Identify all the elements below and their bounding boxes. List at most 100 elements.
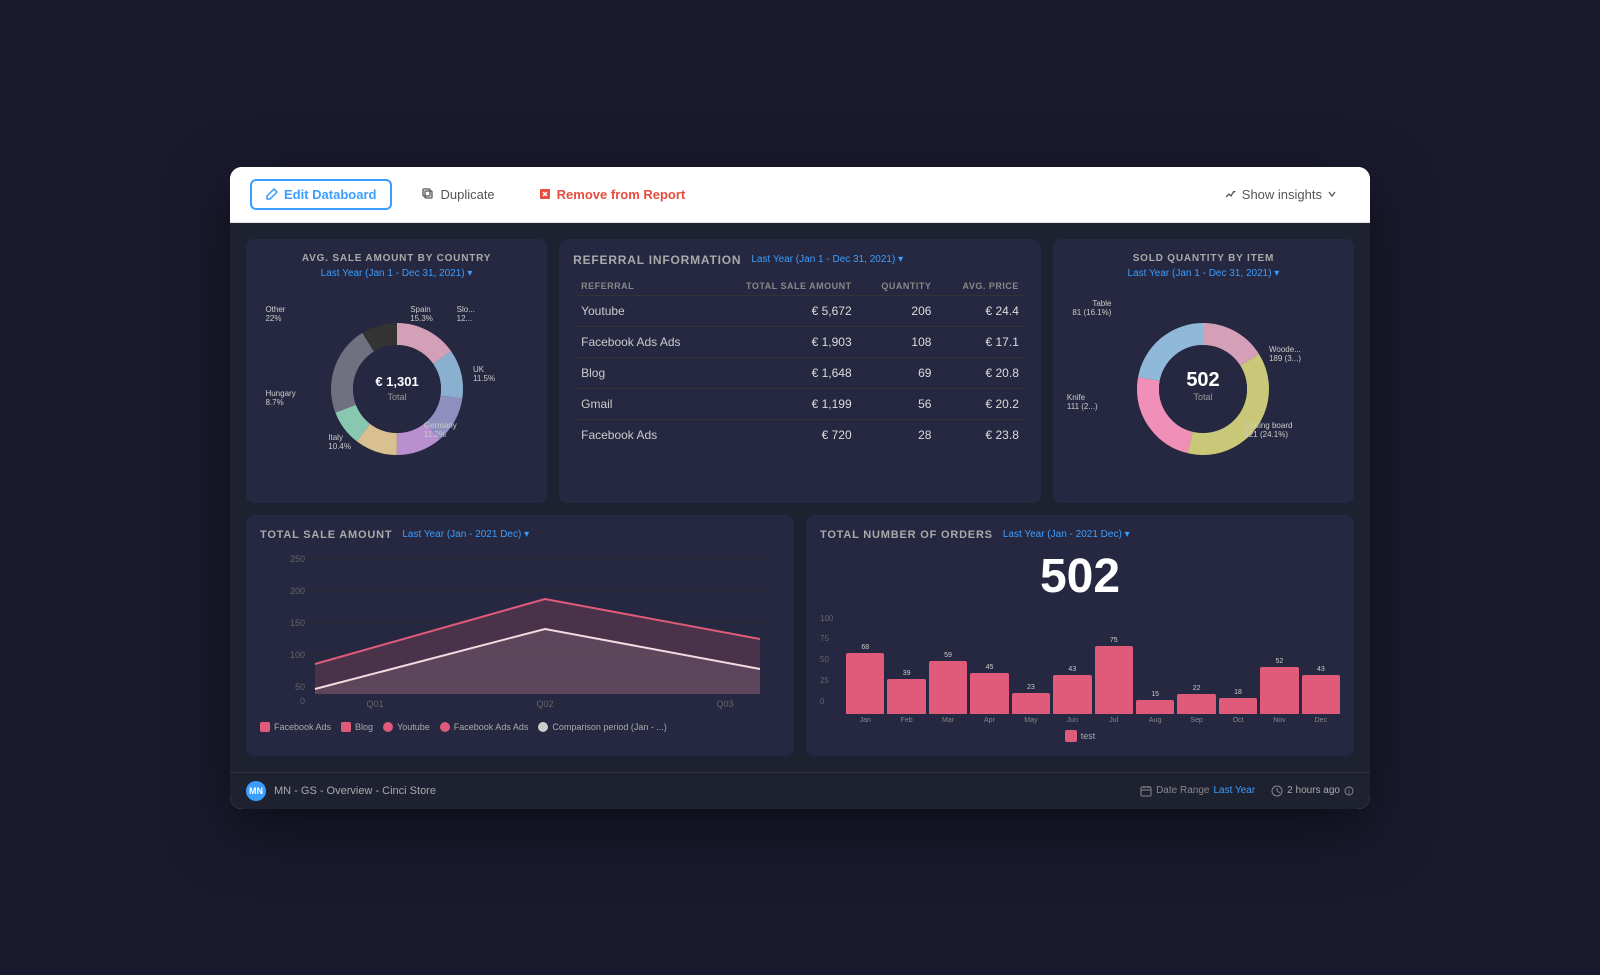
ref-name: Youtube xyxy=(573,295,712,326)
y-100: 100 xyxy=(820,614,842,623)
bar-label: Nov xyxy=(1273,717,1285,724)
orders-title: TOTAL NUMBER OF ORDERS xyxy=(820,529,993,541)
bar-value: 18 xyxy=(1234,689,1242,696)
bar-rect xyxy=(1219,698,1257,714)
bar-label: May xyxy=(1024,717,1037,724)
table-row: Youtube € 5,672 206 € 24.4 xyxy=(573,295,1027,326)
bar-rect xyxy=(1302,675,1340,714)
duplicate-icon xyxy=(422,188,434,200)
y-50: 50 xyxy=(820,655,842,664)
bar-col: 68 Jan xyxy=(846,644,884,724)
svg-text:100: 100 xyxy=(290,650,305,660)
bar-rect xyxy=(1177,694,1215,714)
table-row: Blog € 1,648 69 € 20.8 xyxy=(573,357,1027,388)
table-label: Table81 (16.1%) xyxy=(1072,299,1111,317)
bar-label: Apr xyxy=(984,717,995,724)
bar-rect xyxy=(887,679,925,714)
ref-total: € 1,648 xyxy=(713,357,860,388)
legend-facebook-ads: Facebook Ads xyxy=(260,722,331,732)
bar-col: 43 Dec xyxy=(1302,666,1340,724)
bar-rect xyxy=(929,661,967,714)
info-icon: i xyxy=(1344,786,1354,796)
bar-label: Sep xyxy=(1190,717,1202,724)
y-75: 75 xyxy=(820,634,842,643)
avg-sale-card: AVG. SALE AMOUNT BY COUNTRY Last Year (J… xyxy=(246,239,547,503)
y-25: 25 xyxy=(820,676,842,685)
bar-label: Aug xyxy=(1149,717,1161,724)
ref-name: Facebook Ads xyxy=(573,419,712,450)
bar-col: 43 Jun xyxy=(1053,666,1091,724)
svg-text:Total: Total xyxy=(1194,392,1213,402)
bar-label: Oct xyxy=(1233,717,1244,724)
clock-icon xyxy=(1271,785,1283,797)
svg-text:150: 150 xyxy=(290,618,305,628)
svg-text:Q02: Q02 xyxy=(536,699,553,709)
legend-blog: Blog xyxy=(341,722,373,732)
svg-text:250: 250 xyxy=(290,554,305,564)
toolbar: Edit Databoard Duplicate Remove from Rep… xyxy=(230,167,1370,223)
bar-chart-container: 100 75 50 25 0 68 Jan 39 Feb 59 Mar 45 xyxy=(820,614,1340,724)
remove-from-report-button[interactable]: Remove from Report xyxy=(525,181,700,208)
bar-col: 39 Feb xyxy=(887,670,925,724)
bar-label: Feb xyxy=(901,717,913,724)
ref-avg: € 23.8 xyxy=(939,419,1026,450)
footer-right: Date Range Last Year 2 hours ago i xyxy=(1140,785,1354,797)
ref-total: € 5,672 xyxy=(713,295,860,326)
bar-value: 15 xyxy=(1151,691,1159,698)
svg-text:Q01: Q01 xyxy=(366,699,383,709)
bar-rect xyxy=(1095,646,1133,714)
show-insights-button[interactable]: Show insights xyxy=(1210,181,1350,208)
sold-donut-chart: 502 Total Table81 (16.1%) Woode...189 (3… xyxy=(1067,289,1340,489)
avg-sale-subtitle[interactable]: Last Year (Jan 1 - Dec 31, 2021) ▾ xyxy=(260,268,533,279)
bar-label: Jan xyxy=(860,717,871,724)
ref-qty: 56 xyxy=(860,388,940,419)
bar-col: 18 Oct xyxy=(1219,689,1257,724)
line-chart-wrapper: 250 200 150 100 50 0 Q01 Q02 Q03 xyxy=(260,549,780,714)
date-range-tag: Date Range Last Year xyxy=(1140,785,1255,797)
chevron-down-icon xyxy=(1328,190,1336,198)
col-qty: QUANTITY xyxy=(860,277,940,296)
referral-period[interactable]: Last Year (Jan 1 - Dec 31, 2021) ▾ xyxy=(751,254,903,265)
ref-avg: € 20.2 xyxy=(939,388,1026,419)
store-logo: MN xyxy=(246,781,266,801)
orders-period[interactable]: Last Year (Jan - 2021 Dec) ▾ xyxy=(1003,529,1130,540)
bar-col: 22 Sep xyxy=(1177,685,1215,724)
main-container: Edit Databoard Duplicate Remove from Rep… xyxy=(230,167,1370,809)
bar-value: 22 xyxy=(1193,685,1201,692)
orders-big-number: 502 xyxy=(820,549,1340,604)
updated-label: 2 hours ago xyxy=(1287,785,1340,796)
top-row: AVG. SALE AMOUNT BY COUNTRY Last Year (J… xyxy=(246,239,1354,503)
test-legend: test xyxy=(820,730,1340,742)
bar-value: 23 xyxy=(1027,684,1035,691)
bar-label: Mar xyxy=(942,717,954,724)
hungary-label: Hungary8.7% xyxy=(265,389,295,407)
donut-chart-country: € 1,301 Total Spain15.3% Slo...12... UK1… xyxy=(260,289,533,489)
duplicate-button[interactable]: Duplicate xyxy=(408,181,508,208)
ref-avg: € 24.4 xyxy=(939,295,1026,326)
table-row: Gmail € 1,199 56 € 20.2 xyxy=(573,388,1027,419)
total-sale-title: TOTAL SALE AMOUNT xyxy=(260,529,392,541)
svg-text:502: 502 xyxy=(1187,369,1220,391)
chart-legend: Facebook Ads Blog Youtube Facebook Ads A… xyxy=(260,722,780,732)
svg-text:€ 1,301: € 1,301 xyxy=(375,374,418,389)
total-sale-card: TOTAL SALE AMOUNT Last Year (Jan - 2021 … xyxy=(246,515,794,756)
footer-left: MN MN - GS - Overview - Cinci Store xyxy=(246,781,436,801)
ref-qty: 206 xyxy=(860,295,940,326)
total-sale-period[interactable]: Last Year (Jan - 2021 Dec) ▾ xyxy=(402,529,529,540)
edit-databoard-button[interactable]: Edit Databoard xyxy=(250,179,392,210)
bar-rect xyxy=(1136,700,1174,714)
svg-text:200: 200 xyxy=(290,586,305,596)
country-donut-svg: € 1,301 Total xyxy=(317,309,477,469)
sold-qty-subtitle[interactable]: Last Year (Jan 1 - Dec 31, 2021) ▾ xyxy=(1067,268,1340,279)
bar-value: 68 xyxy=(861,644,869,651)
table-row: Facebook Ads Ads € 1,903 108 € 17.1 xyxy=(573,326,1027,357)
bar-value: 59 xyxy=(944,652,952,659)
bottom-row: TOTAL SALE AMOUNT Last Year (Jan - 2021 … xyxy=(246,515,1354,756)
bar-col: 75 Jul xyxy=(1095,637,1133,724)
bar-rect xyxy=(1053,675,1091,714)
bar-value: 39 xyxy=(903,670,911,677)
orders-header: TOTAL NUMBER OF ORDERS Last Year (Jan - … xyxy=(820,529,1340,541)
svg-text:0: 0 xyxy=(300,696,305,706)
col-total: TOTAL SALE AMOUNT xyxy=(713,277,860,296)
other-label: Other22% xyxy=(265,305,285,323)
